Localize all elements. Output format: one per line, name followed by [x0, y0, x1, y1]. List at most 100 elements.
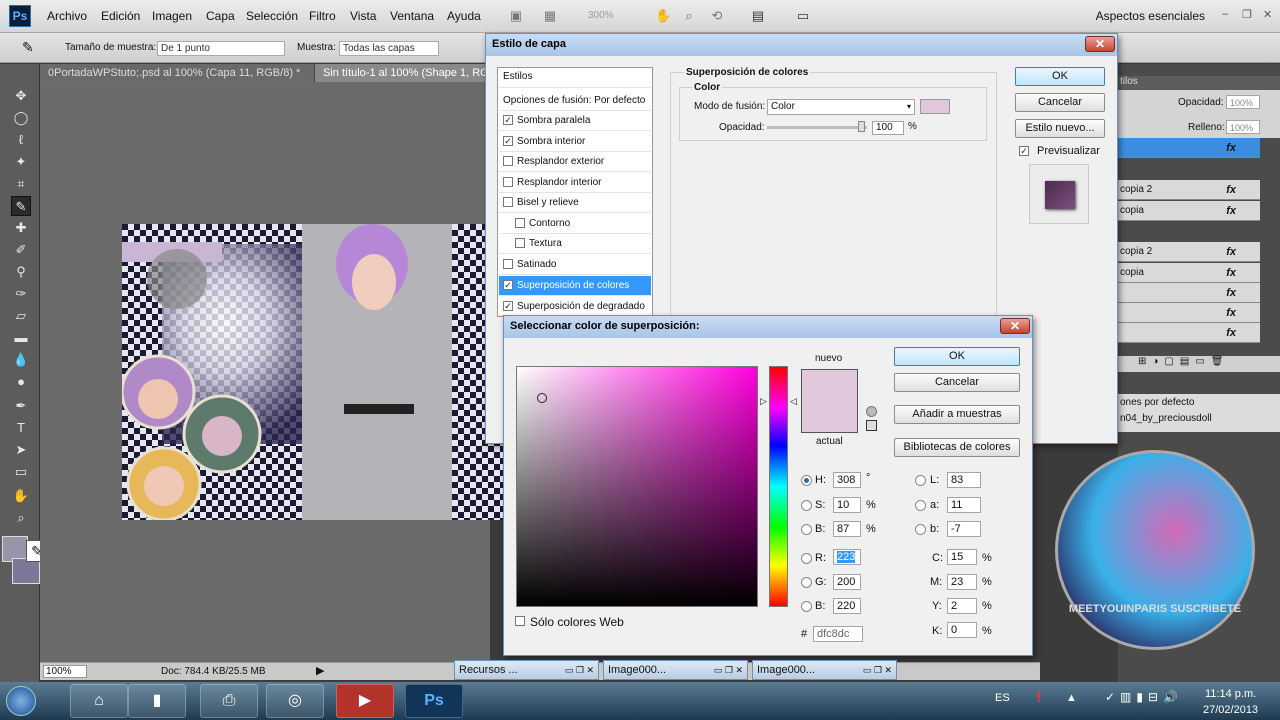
layer-fill-field[interactable]: 100% [1226, 120, 1260, 134]
layer-row[interactable]: copia 2 fx [1118, 180, 1260, 200]
style-item-sombra-paralela[interactable]: ✓ Sombra paralela [499, 111, 651, 131]
checkbox[interactable] [503, 177, 513, 188]
menu-edicion[interactable]: Edición [101, 9, 140, 23]
checkbox[interactable]: ✓ [503, 301, 513, 312]
tray-icons[interactable]: ✓▥▮⊟🔊 [1105, 690, 1183, 704]
black-field[interactable]: 0 [947, 622, 977, 638]
hue-slider-left-arrow-icon[interactable]: ▷ [760, 396, 767, 407]
add-to-swatches-button[interactable]: Añadir a muestras [894, 405, 1020, 424]
menu-ayuda[interactable]: Ayuda [447, 9, 481, 23]
blue-field[interactable]: 220 [833, 598, 861, 614]
language-indicator[interactable]: ES [995, 692, 1010, 704]
shape-tool-icon[interactable]: ▭ [11, 462, 31, 482]
overlay-color-swatch[interactable] [920, 99, 950, 114]
media-taskbar-icon[interactable]: ▶ [336, 684, 394, 718]
workspace-switcher[interactable]: Aspectos esenciales [1096, 9, 1205, 23]
clock-time[interactable]: 11:14 p.m. [1205, 688, 1256, 700]
crop-tool-icon[interactable]: ⌗ [11, 174, 31, 194]
checkbox[interactable] [515, 238, 525, 249]
red-radio[interactable] [801, 553, 812, 564]
minimized-controls-icon[interactable]: ▭ ❐ ✕ [863, 661, 892, 679]
hex-field[interactable]: dfc8dc [813, 626, 863, 642]
printer-taskbar-icon[interactable]: ⎙ [200, 684, 258, 718]
menu-capa[interactable]: Capa [206, 9, 235, 23]
hp-taskbar-icon[interactable]: ⌂ [70, 684, 128, 718]
checkbox[interactable]: ✓ [503, 115, 513, 126]
style-item-sombra-interior[interactable]: ✓ Sombra interior [499, 132, 651, 152]
bridge-icon[interactable]: ▣ [508, 8, 524, 24]
saturation-brightness-field[interactable] [516, 366, 758, 607]
lab-l-radio[interactable] [915, 475, 926, 486]
hand-tool-icon[interactable]: ✋ [11, 486, 31, 506]
layer-opacity-field[interactable]: 100% [1226, 95, 1260, 109]
color-picker-cancel-button[interactable]: Cancelar [894, 373, 1020, 392]
checkbox[interactable]: ✓ [503, 280, 513, 291]
hue-slider-right-arrow-icon[interactable]: ◁ [790, 396, 797, 407]
checkbox[interactable] [503, 197, 513, 208]
red-field[interactable]: 223 [833, 549, 861, 565]
fx-icon[interactable]: fx [1226, 180, 1236, 200]
eyedropper-icon[interactable]: ✎ [22, 39, 34, 56]
minimized-recursos[interactable]: Recursos ... ▭ ❐ ✕ [454, 660, 599, 680]
status-menu-arrow-icon[interactable]: ▶ [316, 664, 324, 677]
blend-options-item[interactable]: Opciones de fusión: Por defecto [499, 91, 651, 111]
zoom-tool-icon[interactable]: ⌕ [11, 508, 31, 528]
minimize-button[interactable]: – [1222, 8, 1228, 20]
eraser-tool-icon[interactable]: ▱ [11, 306, 31, 326]
minimized-image-1[interactable]: Image000... ▭ ❐ ✕ [603, 660, 748, 680]
new-style-button[interactable]: Estilo nuevo... [1015, 119, 1105, 138]
move-tool-icon[interactable]: ✥ [11, 86, 31, 106]
layers-tab[interactable]: tilos [1118, 76, 1280, 90]
color-picker-ok-button[interactable]: OK [894, 347, 1020, 366]
type-tool-icon[interactable]: T [11, 418, 31, 438]
hand-icon[interactable]: ✋ [655, 8, 671, 24]
checkbox[interactable] [515, 218, 525, 229]
style-item-satinado[interactable]: Satinado [499, 255, 651, 275]
styles-list-item[interactable]: n04_by_preciousdoll [1120, 413, 1278, 424]
layer-row[interactable]: fx [1118, 323, 1260, 343]
saturation-field[interactable]: 10 [833, 497, 861, 513]
lab-a-field[interactable]: 11 [947, 497, 981, 513]
lab-b-field[interactable]: -7 [947, 521, 981, 537]
gradient-tool-icon[interactable]: ▬ [11, 328, 31, 348]
menu-ventana[interactable]: Ventana [390, 9, 434, 23]
web-colors-checkbox[interactable] [515, 616, 525, 626]
opacity-slider[interactable] [767, 126, 867, 129]
styles-header[interactable]: Estilos [499, 68, 651, 88]
history-brush-icon[interactable]: ✑ [11, 284, 31, 304]
color-libraries-button[interactable]: Bibliotecas de colores [894, 438, 1020, 457]
saturation-radio[interactable] [801, 500, 812, 511]
color-picker-close-button[interactable]: ✕ [1000, 318, 1030, 334]
restore-button[interactable]: ❐ [1242, 8, 1252, 21]
style-item-superposicion-colores[interactable]: ✓ Superposición de colores [499, 276, 651, 296]
start-button-icon[interactable] [6, 686, 36, 716]
pen-tool-icon[interactable]: ✒ [11, 396, 31, 416]
status-zoom-field[interactable]: 100% [43, 665, 87, 678]
blue-radio[interactable] [801, 601, 812, 612]
view-extras-icon[interactable]: ▦ [542, 8, 558, 24]
fx-icon[interactable]: fx [1226, 303, 1236, 323]
style-item-superposicion-degradado[interactable]: ✓ Superposición de degradado [499, 297, 651, 316]
stamp-tool-icon[interactable]: ⚲ [11, 262, 31, 282]
green-radio[interactable] [801, 577, 812, 588]
fx-icon[interactable]: fx [1226, 283, 1236, 303]
rotate-view-icon[interactable]: ⟲ [709, 8, 725, 24]
preview-checkbox[interactable]: ✓ [1019, 146, 1029, 156]
tab-sin-titulo[interactable]: Sin título-1 al 100% (Shape 1, RGB [315, 64, 490, 82]
color-picker-cursor[interactable] [537, 393, 547, 403]
brightness-field[interactable]: 87 [833, 521, 861, 537]
layer-style-ok-button[interactable]: OK [1015, 67, 1105, 86]
gamut-warning-icon[interactable] [866, 406, 877, 417]
close-button[interactable]: ✕ [1263, 8, 1272, 21]
layers-footer-icons[interactable]: ⊞◑▢▤▭🗑 [1118, 356, 1280, 372]
document-canvas[interactable] [122, 224, 504, 520]
minimized-controls-icon[interactable]: ▭ ❐ ✕ [714, 661, 743, 679]
fx-icon[interactable]: fx [1226, 201, 1236, 221]
eyedropper-tool-icon[interactable]: ✎ [11, 196, 31, 216]
photoshop-taskbar-icon[interactable]: Ps [405, 684, 463, 718]
checkbox[interactable]: ✓ [503, 136, 513, 147]
layer-row[interactable]: fx [1118, 303, 1260, 323]
clock-date[interactable]: 27/02/2013 [1203, 704, 1258, 716]
style-item-textura[interactable]: Textura [499, 234, 651, 254]
layer-row[interactable]: copia fx [1118, 201, 1260, 221]
